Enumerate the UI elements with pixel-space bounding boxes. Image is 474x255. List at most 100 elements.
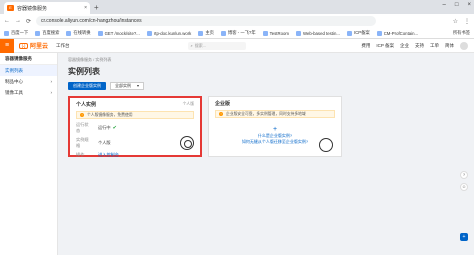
bookmark-label: Web-based testin... [302, 30, 340, 36]
toolbar: 创建企业版实例 全部实例 ▾ [68, 82, 464, 90]
bookmark-item[interactable]: 博客 - 一飞?年 [220, 30, 256, 36]
logo[interactable]: [-] 阿里云 [19, 41, 48, 50]
bookmark-favicon-icon [4, 30, 9, 36]
bookmark-label: CM-ProfContain... [383, 30, 419, 36]
bookmark-label: 主页 [205, 30, 214, 35]
bookmark-favicon-icon [35, 30, 41, 36]
instance-cards: 个人实例 个人版 ! 个人版镜像服务，免费使用 运行状态 运行中 ✔ 实例规格 [68, 96, 464, 157]
bookmark-favicon-icon [198, 30, 204, 36]
create-enterprise-button[interactable]: 创建企业版实例 [68, 82, 106, 90]
menu-icon[interactable]: ≡ [0, 38, 14, 53]
tab-favicon-icon: E [7, 5, 14, 11]
sidebar-item-artifacts[interactable]: 制品中心 › [0, 76, 57, 87]
nav-icp[interactable]: ICP 备案 [376, 43, 394, 49]
browser-tab[interactable]: E 容器镜像服务 × [4, 2, 90, 14]
bookmark-label: rtp-doc.kunlun.work [153, 30, 192, 36]
filter-value: 全部实例 [115, 83, 131, 88]
field-row: 操作 进入控制台 [76, 152, 194, 158]
bookmark-label: 在线转换 [73, 30, 91, 35]
sidebar-item-tools[interactable]: 镜像工具 › [0, 87, 57, 98]
avatar[interactable] [460, 41, 468, 50]
browser-menu-icon[interactable]: ⋮ [464, 18, 470, 25]
tab-title: 容器镜像服务 [17, 5, 48, 12]
bookmark-item[interactable]: 在线转换 [66, 30, 91, 36]
back-icon[interactable]: ← [4, 18, 10, 24]
status-text: 运行中 [98, 125, 111, 130]
field-row: 实例规格 个人版 [76, 137, 194, 149]
bookmark-favicon-icon [97, 30, 103, 36]
bookmark-item[interactable]: CM-ProfContain... [376, 30, 419, 36]
url-field[interactable]: cr.console.aliyun.com/cn-hangzhou/instan… [36, 16, 377, 26]
notice-text: 个人版镜像服务，免费使用 [87, 112, 133, 117]
fab-plus-icon[interactable]: + [460, 233, 468, 241]
bookmark-label: 百度搜索 [42, 30, 60, 35]
nav-lang[interactable]: 简体 [445, 43, 454, 49]
sidebar-title: 容器镜像服务 [0, 53, 57, 65]
search-icon: ⌕ [190, 43, 193, 48]
card-tag: 个人版 [182, 102, 194, 106]
bookmark-item[interactable]: 百度一下 [4, 30, 28, 36]
nav-support[interactable]: 支持 [415, 43, 424, 49]
bookmark-favicon-icon [220, 30, 226, 36]
console-nav-right: 费用 ICP 备案 企业 支持 工单 简体 [361, 41, 474, 50]
workspace-link[interactable]: 工作台 [56, 43, 70, 49]
bookmark-label: GET /mock/site?... [104, 30, 140, 36]
logo-mark-icon: [-] [19, 42, 28, 49]
feedback-float-icon[interactable]: ☺ [460, 183, 468, 191]
bookmark-label: 百度一下 [11, 30, 29, 35]
tab-close-icon[interactable]: × [84, 5, 87, 11]
notice-text: 企业版安全可靠，多实例管理，同时支持多地域 [226, 111, 306, 116]
enterprise-instance-card[interactable]: 企业版 ! 企业版安全可靠，多实例管理，同时支持多地域 + 什么是企业版实例? … [208, 96, 342, 157]
minimize-icon[interactable]: – [443, 2, 446, 8]
bookmark-item[interactable]: 主页 [198, 30, 214, 36]
bookmark-item[interactable]: ICP备案 [346, 30, 370, 36]
bookmark-star-icon[interactable]: ☆ [453, 18, 458, 25]
person-illustration-icon [180, 136, 194, 150]
bookmark-label: ICP备案 [353, 30, 370, 35]
close-window-icon[interactable]: × [467, 2, 471, 8]
sidebar-item-instances[interactable]: 实例列表 [0, 65, 57, 76]
bookmark-label: TestRoom [269, 30, 289, 36]
personal-instance-card[interactable]: 个人实例 个人版 ! 个人版镜像服务，免费使用 运行状态 运行中 ✔ 实例规格 [68, 96, 202, 157]
search-placeholder: 搜索... [194, 42, 207, 48]
chevron-right-icon: › [50, 79, 53, 84]
nav-tickets[interactable]: 工单 [430, 43, 439, 49]
bookmark-item[interactable]: Web-based testin... [295, 30, 340, 36]
nav-enterprise[interactable]: 企业 [400, 43, 409, 49]
instance-filter-select[interactable]: 全部实例 ▾ [110, 82, 145, 90]
all-bookmarks[interactable]: 所有书签 [453, 30, 470, 36]
url-text: cr.console.aliyun.com/cn-hangzhou/instan… [41, 18, 142, 24]
console-topnav: ≡ [-] 阿里云 工作台 ⌕ 搜索... 费用 ICP 备案 企业 支持 工单… [0, 38, 474, 53]
plus-icon[interactable]: + [209, 126, 341, 133]
sidebar: 容器镜像服务 实例列表 制品中心 › 镜像工具 › [0, 53, 58, 255]
bookmark-item[interactable]: 百度搜索 [35, 30, 59, 36]
breadcrumb: 容器镜像服务 / 实例列表 [68, 57, 112, 62]
enter-console-link[interactable]: 进入控制台 [98, 152, 119, 158]
card-title: 个人实例 [76, 102, 97, 108]
warning-icon: ! [219, 112, 223, 116]
sidebar-item-label: 实例列表 [5, 67, 23, 73]
bookmark-item[interactable]: TestRoom [262, 30, 289, 36]
maximize-icon[interactable]: □ [455, 2, 459, 8]
bookmark-item[interactable]: rtp-doc.kunlun.work [146, 30, 192, 36]
bookmarks-bar: 百度一下 百度搜索 在线转换 GET /mock/site?... rtp-doc.ku… [0, 28, 474, 39]
card-title: 企业版 [215, 101, 231, 107]
bookmark-favicon-icon [376, 30, 382, 36]
bookmark-favicon-icon [295, 30, 301, 36]
forward-icon[interactable]: → [15, 18, 21, 24]
chevron-right-icon: › [50, 90, 53, 95]
notice-bar: ! 企业版安全可靠，多实例管理，同时支持多地域 [215, 110, 335, 118]
help-float-icon[interactable]: ? [460, 171, 468, 179]
sidebar-item-label: 镜像工具 [5, 89, 23, 95]
window-controls: – □ × [443, 2, 471, 8]
bookmark-item[interactable]: GET /mock/site?... [97, 30, 140, 36]
console-search-input[interactable]: ⌕ 搜索... [187, 41, 246, 50]
sidebar-item-label: 制品中心 [5, 78, 23, 84]
main-content: 容器镜像服务 / 实例列表 实例列表 创建企业版实例 全部实例 ▾ 个人实例 个… [58, 53, 474, 255]
browser-tabbar: E 容器镜像服务 × + – □ × [0, 0, 474, 14]
new-tab-button[interactable]: + [94, 2, 99, 14]
reload-icon[interactable]: ⟳ [26, 18, 31, 25]
page-title: 实例列表 [68, 67, 100, 76]
nav-fees[interactable]: 费用 [361, 43, 370, 49]
field-key: 运行状态 [76, 122, 89, 133]
